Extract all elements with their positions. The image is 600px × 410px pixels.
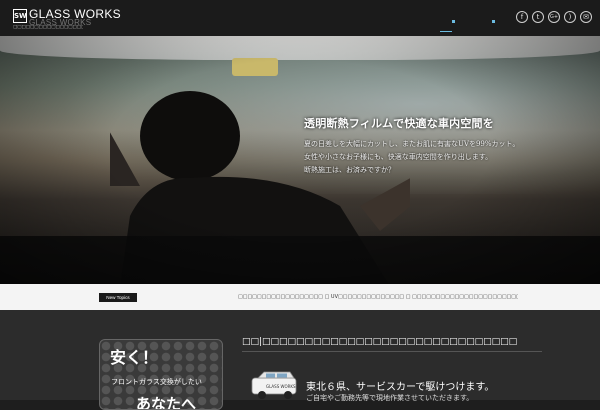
promo-subline: フロントガラス交換がしたい: [111, 378, 202, 386]
nav-item-1[interactable]: [452, 20, 455, 23]
facebook-icon[interactable]: f: [516, 11, 528, 23]
hero-body: 夏の日差しを大幅にカットし、またお肌に有害なUVを99%カット。 女性や小さなお…: [304, 138, 544, 177]
service-van-icon: GLASS WORKS: [251, 371, 297, 399]
new-topics-badge: New Topics: [99, 293, 137, 302]
hero-body-line: 女性や小さなお子様にも、快適な車内空間を作り出します。: [304, 153, 493, 161]
section-title: □□|□□□□□□□□□□□□□□□□□□□□□□□□□□□□□□: [242, 337, 518, 347]
nav-item-2[interactable]: [492, 20, 495, 23]
twitter-icon[interactable]: t: [532, 11, 544, 23]
rss-icon[interactable]: ): [564, 11, 576, 23]
van-label: GLASS WORKS: [266, 384, 296, 389]
nav-active-indicator: [440, 31, 452, 32]
site-header: SW GLASS WORKS GLASS WORKS □□□□□□□□□□□□□…: [0, 0, 600, 36]
googleplus-icon[interactable]: G+: [548, 11, 560, 23]
promo-tail: あなたへ: [136, 395, 197, 410]
site-tagline: □□□□□□□□□□□□□□□□□□□□□: [13, 25, 83, 30]
hero-body-line: 断熱施工は、お済みですか？: [304, 166, 395, 174]
promo-headline: 安く！: [110, 348, 159, 367]
logo-mark[interactable]: SW: [13, 9, 27, 23]
main-nav: [448, 20, 504, 28]
mail-icon[interactable]: ✉: [580, 11, 592, 23]
hero-slider[interactable]: 透明断熱フィルムで快適な車内空間を 夏の日差しを大幅にカットし、またお肌に有害な…: [0, 36, 600, 284]
hero-title: 透明断熱フィルムで快適な車内空間を: [304, 117, 494, 130]
content-area: 安く！ フロントガラス交換がしたい あなたへ: [0, 310, 600, 410]
news-ticker: New Topics □□□□□□□□□□□□□□□□□□ □ UV□□□□□□…: [0, 284, 600, 310]
news-ticker-text[interactable]: □□□□□□□□□□□□□□□□□□ □ UV□□□□□□□□□□□□□□ □ …: [238, 293, 518, 302]
service-body: ご自宅やご勤務先等で現地作業させていただきます。: [306, 394, 474, 402]
promo-banner[interactable]: 安く！ フロントガラス交換がしたい あなたへ: [99, 339, 223, 410]
section-divider: [242, 351, 542, 352]
service-headline: 東北６県、サービスカーで駆けつけます。: [306, 382, 495, 393]
hero-body-line: 夏の日差しを大幅にカットし、またお肌に有害なUVを99%カット。: [304, 140, 520, 148]
